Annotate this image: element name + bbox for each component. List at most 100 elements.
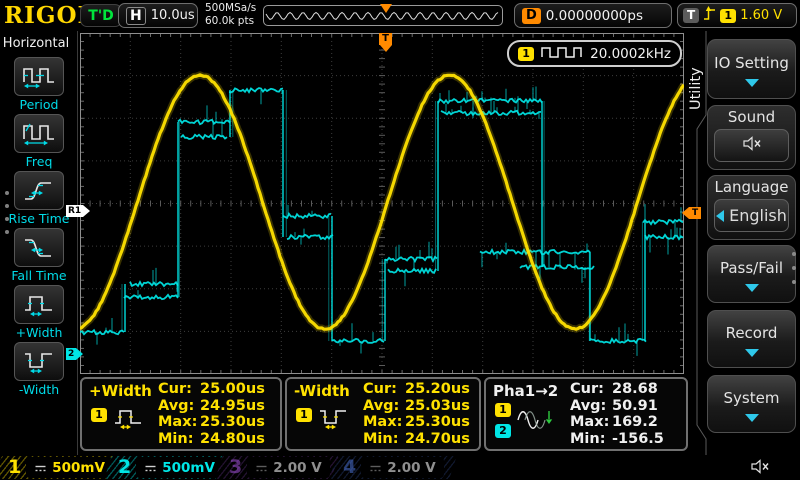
trigger-level-arrow-icon xyxy=(682,207,689,219)
menu-item-label: Sound xyxy=(708,108,795,126)
sidebar-item-fall-time[interactable]: Fall Time xyxy=(0,228,78,283)
channel-number: 4 xyxy=(343,456,356,479)
measurement-label: -Width xyxy=(294,382,350,400)
menu-item-label: Language xyxy=(708,178,795,196)
chevron-down-icon xyxy=(745,79,759,87)
menu-item-label: IO Setting xyxy=(714,54,789,72)
sidebar-page-dot xyxy=(5,191,9,195)
pos-width-icon xyxy=(14,285,64,324)
chevron-down-icon xyxy=(745,284,759,292)
chevron-down-icon xyxy=(745,414,759,422)
channel2-badge: 2 xyxy=(495,424,511,438)
menu-item-pass-fail[interactable]: Pass/Fail xyxy=(707,245,796,303)
measurement-label: +Width xyxy=(89,382,152,400)
channel2-position-marker[interactable]: 2 xyxy=(66,348,83,360)
period-icon xyxy=(14,57,64,96)
sidebar-item-label: -Width xyxy=(0,382,78,397)
trigger-position-label: T xyxy=(379,33,392,45)
stat-key: Cur: xyxy=(570,381,612,398)
trigger-level-marker[interactable]: T xyxy=(682,207,701,219)
channel2-chip[interactable]: 2 500mV xyxy=(112,456,216,479)
waveform-plot xyxy=(80,33,684,374)
menu-item-language[interactable]: Language English xyxy=(707,175,796,240)
trigger-source-badge: 1 xyxy=(720,9,736,23)
language-value: English xyxy=(729,206,787,225)
stat-value: 28.68 xyxy=(612,381,658,397)
channel1-badge: 1 xyxy=(296,408,312,422)
sidebar-item-freq[interactable]: Freq xyxy=(0,114,78,169)
sidebar-item-label: Freq xyxy=(0,154,78,169)
channel-scale: 500mV xyxy=(162,460,215,476)
fall-time-icon xyxy=(14,228,64,267)
channel2-marker-label: 2 xyxy=(66,348,76,360)
sidebar-title: Horizontal xyxy=(0,36,72,51)
trigger-level-value: 1.60 V xyxy=(740,8,782,23)
memory-depth: 60.0k pts xyxy=(205,15,256,28)
frequency-counter-badge: 1 20.0002kHz xyxy=(507,40,682,67)
stat-value: 25.30us xyxy=(200,414,265,430)
utility-menu: Utility IO Setting Sound Language Englis… xyxy=(688,31,800,455)
stat-key: Max: xyxy=(158,414,200,431)
trigger-readout-box: T 1 1.60 V xyxy=(677,3,797,28)
waveform-preview-strip xyxy=(263,5,503,26)
waveform-graticule: 1 20.0002kHz T R1 2 T xyxy=(80,33,684,374)
chevron-down-icon xyxy=(745,349,759,357)
trigger-status-indicator: T'D xyxy=(80,4,122,27)
sidebar-item-period[interactable]: Period xyxy=(0,57,78,112)
stat-key: Avg: xyxy=(158,398,200,415)
stat-key: Avg: xyxy=(363,398,405,415)
stat-value: 24.80us xyxy=(200,431,265,447)
measurement-label: Pha1→2 xyxy=(493,382,558,400)
menu-item-io-setting[interactable]: IO Setting xyxy=(707,39,796,99)
channel2-marker-arrow-icon xyxy=(76,348,83,360)
preview-trigger-marker-icon xyxy=(380,4,392,13)
menu-item-label: Record xyxy=(726,324,778,342)
trigger-position-marker[interactable]: T xyxy=(379,33,392,52)
oscilloscope-screen: RIGOL T'D H 10.0us 500MSa/s 60.0k pts D … xyxy=(0,0,800,480)
sample-rate: 500MSa/s xyxy=(205,2,256,15)
horizontal-label: H xyxy=(126,7,146,25)
reference-marker-label: R1 xyxy=(66,205,83,217)
stat-value: 25.03us xyxy=(405,398,470,414)
channel-number: 1 xyxy=(8,456,21,479)
speaker-muted-icon xyxy=(750,459,770,478)
menu-page-dot xyxy=(792,252,796,256)
menu-item-record[interactable]: Record xyxy=(707,310,796,368)
coupling-icon xyxy=(369,458,382,477)
channel1-badge: 1 xyxy=(495,403,511,417)
channel1-chip[interactable]: 1 500mV xyxy=(2,456,106,479)
trigger-label: T xyxy=(683,8,699,23)
stat-key: Min: xyxy=(570,431,612,448)
measurement-panel-phase: Pha1→2 1 2 Cur:28.68 Avg:50.91 Max:169.2… xyxy=(484,377,688,451)
stat-key: Cur: xyxy=(158,381,200,398)
menu-item-system[interactable]: System xyxy=(707,375,796,433)
speaker-muted-icon xyxy=(742,136,762,155)
stat-key: Min: xyxy=(158,431,200,448)
freq-counter-channel-badge: 1 xyxy=(518,47,534,61)
menu-item-label: System xyxy=(724,389,780,407)
trigger-level-label: T xyxy=(689,207,701,219)
channel4-chip[interactable]: 4 2.00 V xyxy=(337,456,449,479)
channel-scale: 500mV xyxy=(52,460,105,476)
rising-edge-icon xyxy=(703,5,716,26)
sidebar-item-rise-time[interactable]: Rise Time xyxy=(0,171,78,226)
channel-number: 2 xyxy=(118,456,131,479)
channel3-chip[interactable]: 3 2.00 V xyxy=(223,456,331,479)
measurement-sidebar: Horizontal Period Freq Rise Time Fall Ti… xyxy=(0,31,78,455)
stat-key: Avg: xyxy=(570,398,612,415)
stat-key: Min: xyxy=(363,431,405,448)
pos-width-measure-icon xyxy=(113,406,145,436)
stat-value: 50.91 xyxy=(612,398,658,414)
stat-value: -156.5 xyxy=(612,431,664,447)
stat-value: 25.30us xyxy=(405,414,470,430)
sidebar-item-pos-width[interactable]: +Width xyxy=(0,285,78,340)
sidebar-page-dot xyxy=(5,204,9,208)
neg-width-measure-icon xyxy=(318,406,350,436)
coupling-icon xyxy=(255,458,268,477)
coupling-icon xyxy=(34,458,47,477)
menu-item-sound[interactable]: Sound xyxy=(707,105,796,170)
trigger-status-label: T'D xyxy=(88,8,113,24)
menu-page-dot xyxy=(792,280,796,284)
stat-key: Max: xyxy=(570,414,612,431)
sidebar-page-dot xyxy=(5,230,9,234)
